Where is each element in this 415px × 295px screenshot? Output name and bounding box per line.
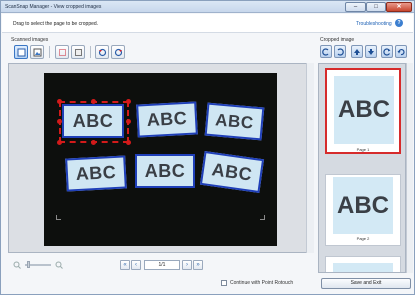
refresh-button[interactable] — [381, 45, 393, 58]
corner-mark — [260, 215, 265, 220]
crop-region[interactable]: ABC — [199, 150, 265, 194]
crop-add-icon — [74, 48, 82, 56]
toolbar-separator — [90, 46, 91, 58]
next-page-button[interactable]: › — [182, 260, 192, 270]
thumbnail-image: ABC — [333, 177, 393, 234]
rotate-left-icon — [98, 48, 106, 56]
thumbnail-page-3[interactable]: ABC — [325, 256, 401, 272]
undo-icon — [397, 48, 405, 55]
crop-region[interactable]: ABC — [135, 154, 195, 188]
rotate-right-button[interactable] — [111, 45, 125, 59]
prev-page-button[interactable]: ‹ — [131, 260, 141, 270]
resize-handle[interactable] — [57, 119, 62, 124]
page-view-icon — [17, 48, 25, 56]
thumbnail-image: ABC — [334, 76, 394, 144]
window-title: ScanSnap Manager - View cropped images — [5, 4, 102, 10]
undo-button[interactable] — [395, 45, 407, 58]
thumbnail-image: ABC — [333, 263, 393, 272]
last-page-button[interactable]: » — [193, 260, 203, 270]
rotate-left-button[interactable] — [320, 45, 332, 58]
maximize-button[interactable]: □ — [366, 2, 386, 12]
info-bar: Drag to select the page to be cropped. T… — [2, 14, 413, 33]
title-bar: ScanSnap Manager - View cropped images –… — [1, 1, 414, 13]
rotate-left-icon — [322, 47, 329, 56]
move-up-button[interactable] — [351, 45, 363, 58]
resize-handle[interactable] — [91, 140, 96, 145]
resize-handle[interactable] — [126, 99, 131, 104]
troubleshooting-link[interactable]: Troubleshooting — [356, 21, 392, 27]
cropped-thumbnail-list[interactable]: ABC Page 1 ABC Page 2 ABC — [318, 63, 406, 273]
rotate-left-button[interactable] — [95, 45, 109, 59]
continue-label: Continue with Point Rotouch — [230, 280, 294, 286]
thumbnail-label: Page 1 — [356, 147, 370, 152]
zoom-control — [13, 260, 73, 270]
zoom-out-icon[interactable] — [13, 261, 21, 269]
resize-handle[interactable] — [126, 140, 131, 145]
thumbnail-view-button[interactable] — [30, 45, 44, 59]
image-icon — [33, 48, 41, 56]
crop-region[interactable]: ABC — [204, 102, 265, 141]
crop-region[interactable]: ABC — [136, 101, 198, 138]
resize-handle[interactable] — [57, 140, 62, 145]
close-button[interactable]: ✕ — [386, 2, 412, 12]
crop-region[interactable]: ABC — [65, 155, 127, 192]
resize-handle[interactable] — [126, 119, 131, 124]
resize-handle[interactable] — [91, 99, 96, 104]
selection-box[interactable] — [59, 101, 129, 143]
scanned-page[interactable]: ABC ABC ABC ABC ABC ABC — [44, 73, 277, 246]
zoom-slider-thumb[interactable] — [27, 261, 30, 268]
rotate-right-icon — [337, 47, 344, 56]
thumbnail-scrollbar[interactable] — [406, 63, 413, 273]
viewer-scrollbar[interactable] — [306, 63, 314, 253]
page-number-field[interactable]: 1/1 — [144, 260, 180, 270]
add-crop-button[interactable] — [71, 45, 85, 59]
crop-delete-icon — [58, 48, 66, 56]
page-navigator: « ‹ 1/1 › » — [120, 260, 203, 272]
single-view-button[interactable] — [14, 45, 28, 59]
refresh-icon — [383, 47, 391, 56]
delete-crop-button[interactable] — [55, 45, 69, 59]
move-down-button[interactable] — [365, 45, 377, 58]
thumbnail-label: Page 2 — [356, 236, 370, 241]
instruction-text: Drag to select the page to be cropped. — [13, 21, 99, 27]
help-icon[interactable]: ? — [395, 19, 403, 27]
toolbar-separator — [49, 46, 50, 58]
continue-checkbox[interactable] — [221, 280, 227, 286]
save-and-exit-button[interactable]: Save and Exit — [321, 278, 411, 289]
resize-handle[interactable] — [57, 99, 62, 104]
rotate-right-icon — [114, 48, 122, 56]
thumbnail-page-2[interactable]: ABC Page 2 — [325, 174, 401, 246]
arrow-up-icon — [354, 48, 360, 55]
thumbnail-page-1[interactable]: ABC Page 1 — [325, 68, 401, 154]
zoom-in-icon[interactable] — [55, 261, 63, 269]
corner-mark — [56, 215, 61, 220]
first-page-button[interactable]: « — [120, 260, 130, 270]
rotate-right-button[interactable] — [334, 45, 346, 58]
app-window: ScanSnap Manager - View cropped images –… — [0, 0, 415, 295]
cropped-image-heading: Cropped image — [320, 37, 355, 43]
arrow-down-icon — [368, 48, 374, 55]
scanned-images-heading: Scanned images — [11, 37, 49, 43]
minimize-button[interactable]: – — [345, 2, 366, 12]
